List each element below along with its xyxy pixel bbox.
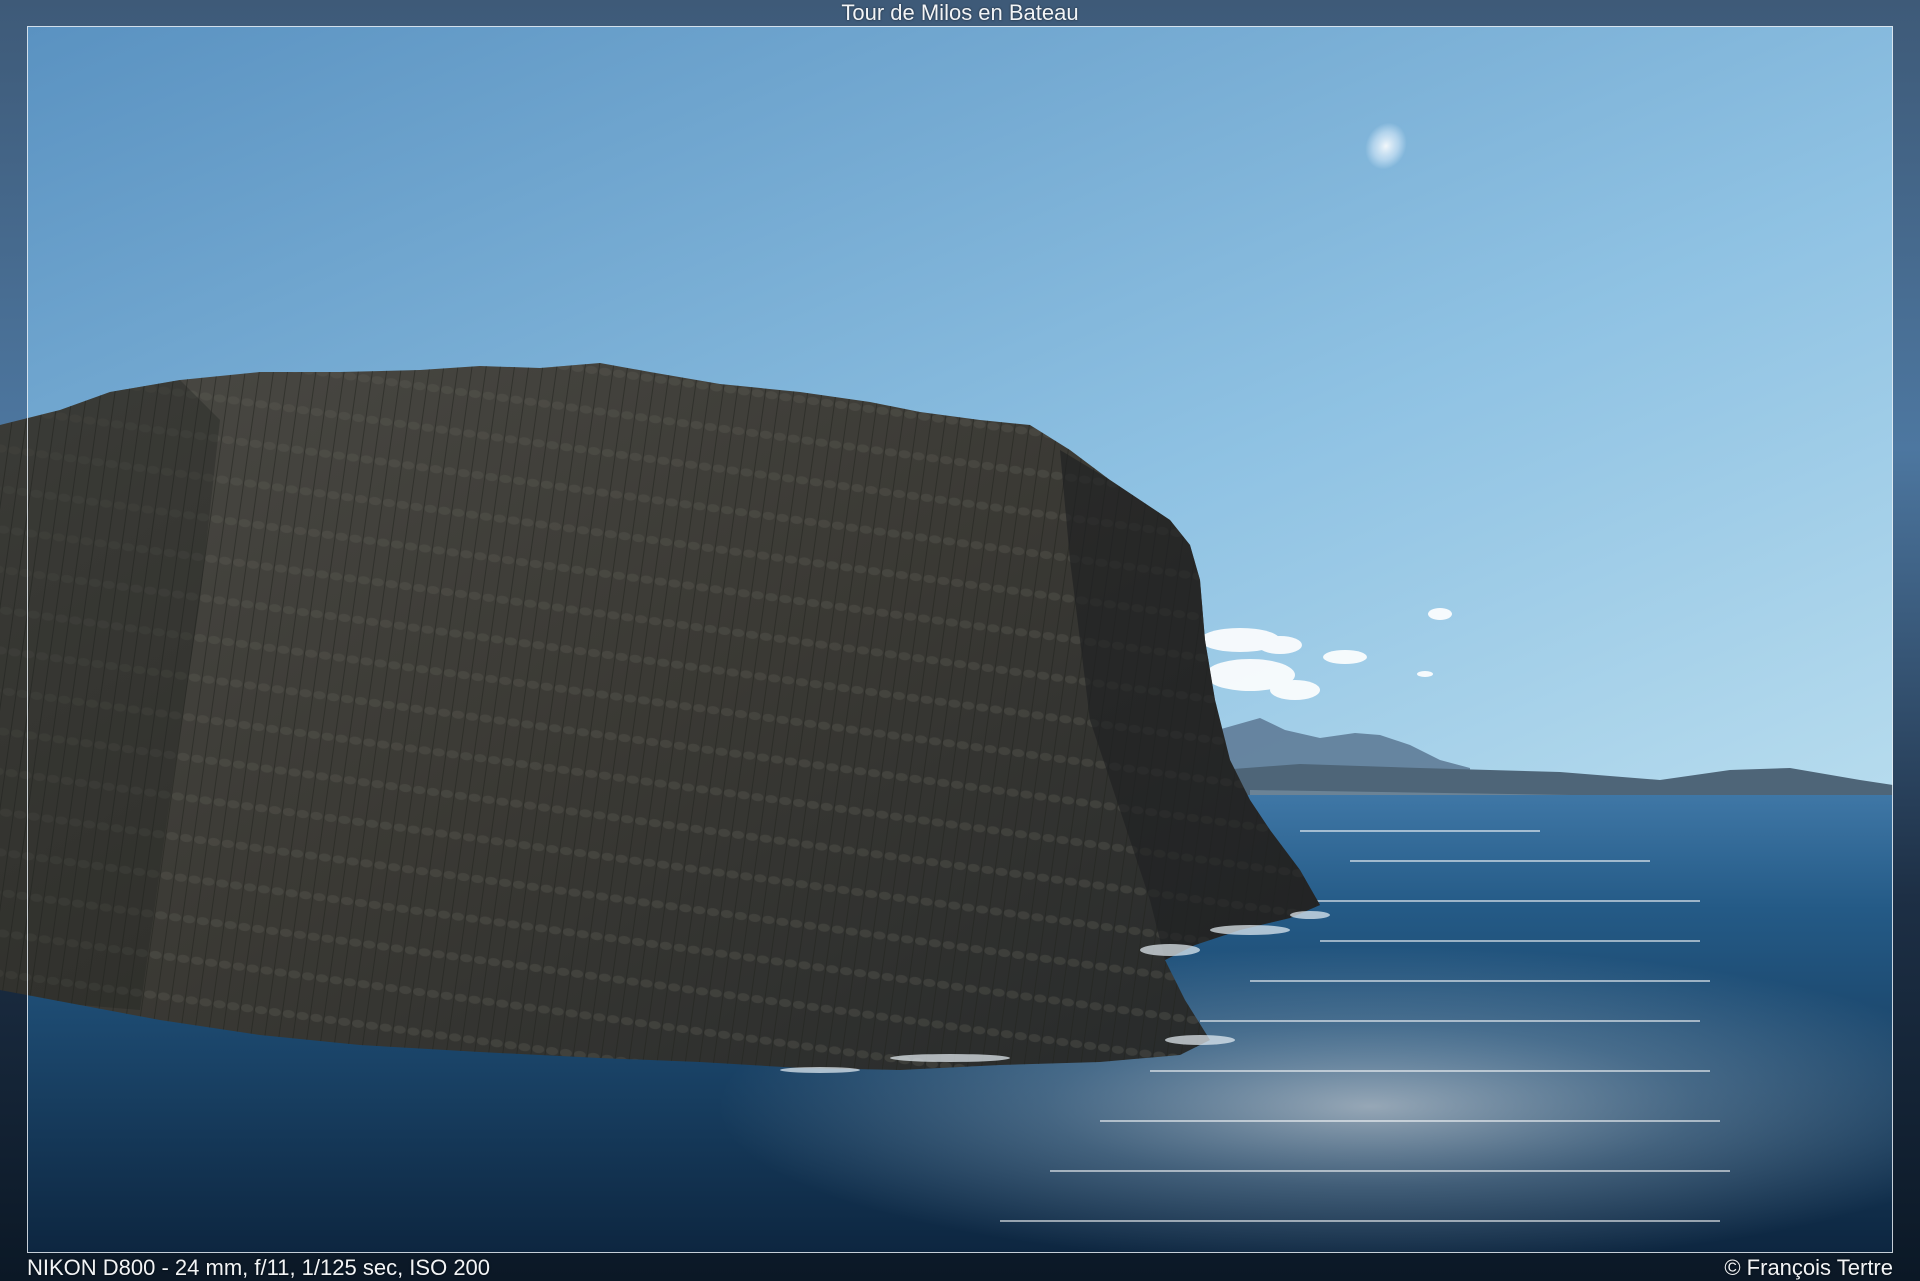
- photo: [0, 0, 1920, 1281]
- exif-info: NIKON D800 - 24 mm, f/11, 1/125 sec, ISO…: [27, 1255, 491, 1280]
- photo-title: Tour de Milos en Bateau: [841, 0, 1079, 25]
- photo-viewer: Tour de Milos en Bateau NIKON D800 - 24 …: [0, 0, 1920, 1281]
- copyright-notice: © François Tertre: [1724, 1255, 1893, 1280]
- photo-canvas: [0, 0, 1920, 1281]
